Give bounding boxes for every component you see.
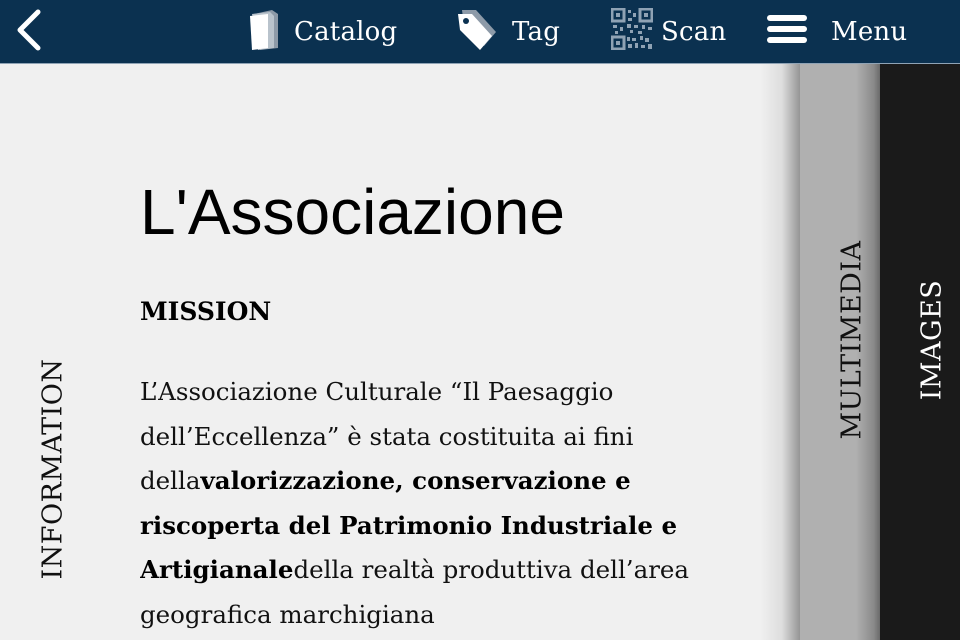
content-area: L'Associazione MISSION L’Associazione Cu…: [140, 64, 780, 640]
top-navigation-bar: Catalog Tag Scan Menu: [0, 0, 960, 64]
section-title: MISSION: [140, 297, 272, 326]
catalog-button[interactable]: Catalog: [248, 0, 397, 64]
tab-images[interactable]: IMAGES: [880, 64, 960, 640]
tab-information-label: INFORMATION: [37, 358, 69, 580]
qr-code-icon: [610, 7, 654, 57]
back-button[interactable]: [10, 6, 50, 54]
hamburger-menu-icon: [767, 14, 807, 51]
tab-images-label: IMAGES: [916, 279, 948, 401]
tab-information[interactable]: INFORMATION: [0, 64, 110, 640]
tag-icon: [456, 8, 498, 57]
book-icon: [248, 8, 280, 57]
tab-multimedia[interactable]: MULTIMEDIA: [800, 64, 880, 640]
tab-multimedia-label: MULTIMEDIA: [836, 240, 868, 440]
menu-label: Menu: [831, 17, 908, 47]
page-title: L'Associazione: [140, 176, 565, 248]
scan-button[interactable]: Scan: [610, 0, 727, 64]
tag-label: Tag: [512, 17, 561, 47]
chevron-left-icon: [17, 9, 41, 51]
catalog-label: Catalog: [294, 17, 398, 47]
panel-shadow: [760, 64, 800, 640]
tag-button[interactable]: Tag: [456, 0, 560, 64]
mission-paragraph: L’Associazione Culturale “Il Paesaggio d…: [140, 370, 740, 637]
scan-label: Scan: [661, 17, 727, 47]
menu-button[interactable]: Menu: [767, 0, 907, 64]
